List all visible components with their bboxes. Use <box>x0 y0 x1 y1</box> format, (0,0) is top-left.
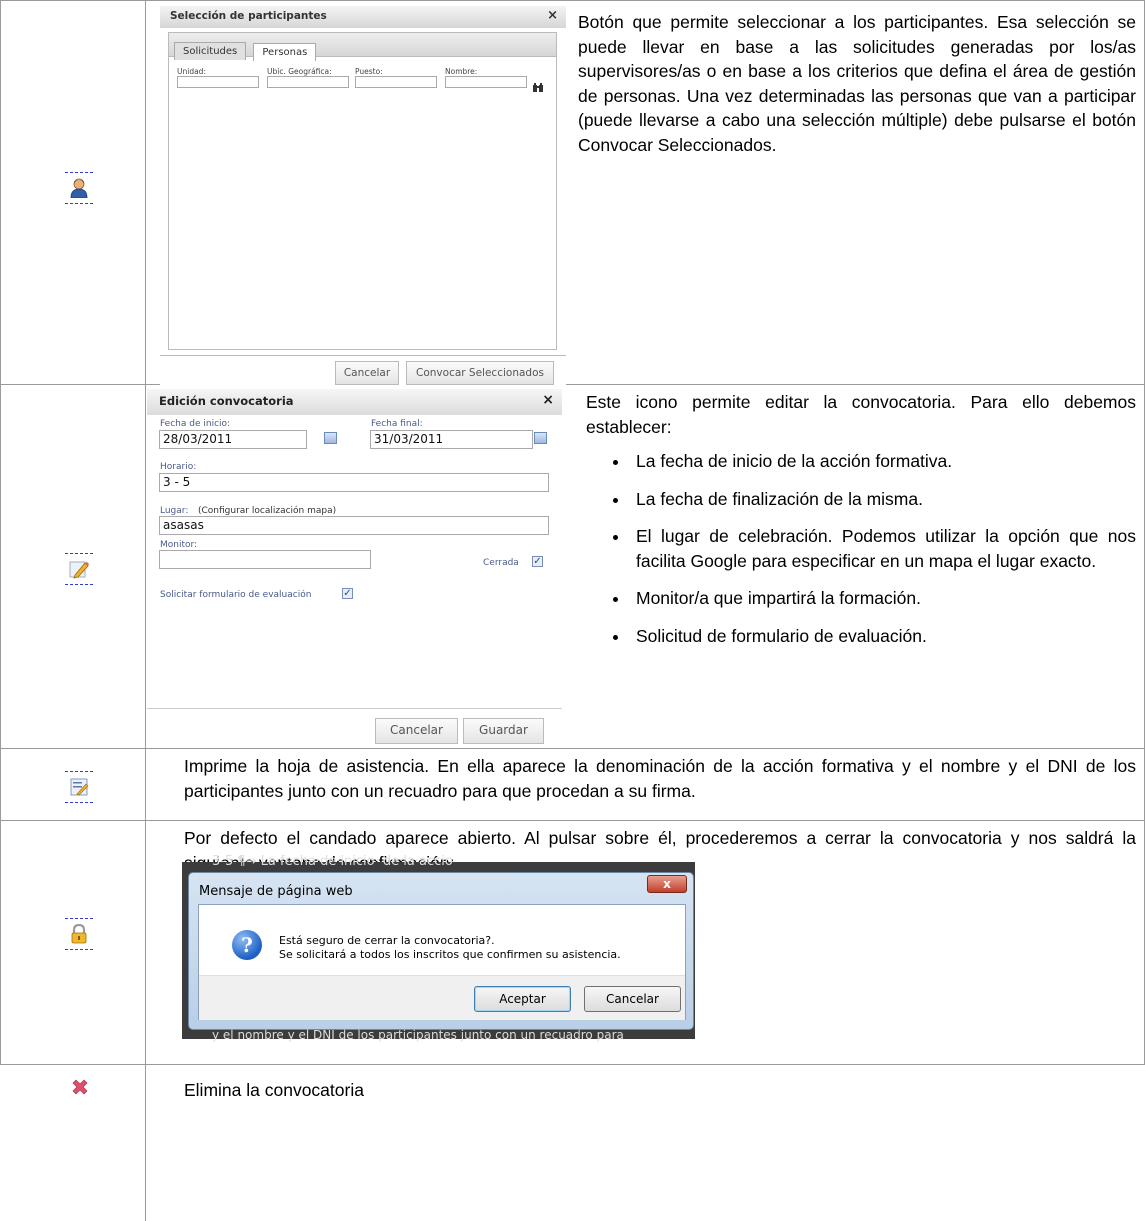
print-attendance-icon[interactable] <box>69 777 89 797</box>
evaluation-form-checkbox[interactable]: ✓ <box>342 588 353 599</box>
row-divider <box>0 748 1145 749</box>
background-text: 3-5 ¶→ La·fecha·de·inicio· de·la·accio <box>212 854 453 869</box>
dialog-footer-divider <box>147 708 562 709</box>
edit-bullet-list: La fecha de inicio de la acción formativ… <box>586 449 1136 648</box>
close-icon[interactable]: × <box>547 8 558 23</box>
confirm-line-2: Se solicitará a todos los inscritos que … <box>279 948 621 961</box>
save-button[interactable]: Guardar <box>463 718 544 744</box>
place-label: Lugar: <box>160 506 189 516</box>
unidad-input[interactable] <box>177 76 259 88</box>
participants-dialog: Selección de participantes × Solicitudes… <box>160 6 566 386</box>
row-description: Elimina la convocatoria <box>184 1080 364 1100</box>
cancel-button[interactable]: Cancelar <box>584 986 681 1012</box>
button-band: Aceptar Cancelar <box>199 975 685 1020</box>
tab-bar: Solicitudes Personas <box>169 33 556 61</box>
row-divider <box>0 1064 1145 1065</box>
ubicacion-input[interactable] <box>267 76 349 88</box>
cancel-button[interactable]: Cancelar <box>375 718 458 744</box>
start-date-input[interactable]: 28/03/2011 <box>159 430 307 449</box>
row-description: Este icono permite editar la convocatori… <box>586 390 1136 661</box>
tab-solicitudes[interactable]: Solicitudes <box>174 42 247 60</box>
icon-cell <box>64 172 94 204</box>
evaluation-form-label: Solicitar formulario de evaluación <box>160 590 312 600</box>
nombre-input[interactable] <box>445 76 527 88</box>
end-date-input[interactable]: 31/03/2011 <box>370 430 533 449</box>
list-item: Monitor/a que impartirá la formación. <box>630 586 1136 611</box>
calendar-icon[interactable] <box>534 432 547 444</box>
confirm-window: Mensaje de página web x ? Está seguro de… <box>188 872 694 1030</box>
confirm-message: Está seguro de cerrar la convocatoria?. … <box>279 934 621 962</box>
dialog-title: Selección de participantes <box>170 10 327 22</box>
field-label-unidad: Unidad: <box>177 67 206 76</box>
closed-checkbox[interactable]: ✓ <box>532 556 543 567</box>
row-description: Imprime la hoja de asistencia. En ella a… <box>184 756 1136 801</box>
end-date-label: Fecha final: <box>371 419 423 429</box>
dialog-title: Edición convocatoria <box>159 394 294 408</box>
edit-intro-text: Este icono permite editar la convocatori… <box>586 392 1136 437</box>
list-item: La fecha de inicio de la acción formativ… <box>630 449 1136 474</box>
field-label-nombre: Nombre: <box>445 67 478 76</box>
edit-dialog: Edición convocatoria × Fecha de inicio: … <box>147 389 562 747</box>
background-text: y el nombre y el DNI de los participante… <box>212 1028 624 1042</box>
place-input[interactable]: asasas <box>159 516 549 535</box>
dialog-title-bar: Edición convocatoria × <box>147 389 562 415</box>
calendar-icon[interactable] <box>324 432 337 444</box>
field-label-puesto: Puesto: <box>355 67 383 76</box>
row-divider-top <box>0 0 1145 1</box>
start-date-label: Fecha de inicio: <box>160 419 231 429</box>
delete-x-icon[interactable] <box>70 1078 90 1098</box>
schedule-label: Horario: <box>160 462 197 472</box>
icon-cell <box>64 918 94 950</box>
field-label-ubicacion: Ubic. Geográfica: <box>267 67 332 76</box>
column-divider <box>145 0 146 1221</box>
schedule-input[interactable]: 3 - 5 <box>159 473 549 492</box>
window-title: Mensaje de página web <box>199 884 353 899</box>
icon-cell <box>64 771 94 803</box>
map-location-link[interactable]: (Configurar localización mapa) <box>198 506 336 516</box>
convocar-seleccionados-button[interactable]: Convocar Seleccionados <box>406 361 554 385</box>
cancel-button[interactable]: Cancelar <box>335 361 399 385</box>
confirm-dialog-screenshot: 3-5 ¶→ La·fecha·de·inicio· de·la·accio M… <box>182 854 695 1042</box>
dialog-title-bar: Selección de participantes × <box>160 6 566 28</box>
monitor-input[interactable] <box>159 550 371 569</box>
list-item: Solicitud de formulario de evaluación. <box>630 624 1136 649</box>
participants-icon[interactable] <box>69 178 89 199</box>
tab-personas[interactable]: Personas <box>253 43 317 61</box>
confirm-body: ? Está seguro de cerrar la convocatoria?… <box>198 904 686 1020</box>
dialog-footer-divider <box>160 355 566 356</box>
binoculars-icon[interactable] <box>533 77 543 92</box>
confirm-line-1: Está seguro de cerrar la convocatoria?. <box>279 934 495 947</box>
edit-pencil-icon[interactable] <box>69 559 89 579</box>
close-icon[interactable]: x <box>647 875 687 893</box>
padlock-icon[interactable] <box>69 923 89 944</box>
table-border-left <box>0 0 1 1065</box>
accept-button[interactable]: Aceptar <box>474 986 571 1012</box>
row-description: Botón que permite seleccionar a los part… <box>578 12 1136 155</box>
question-icon: ? <box>232 930 262 960</box>
row-divider <box>0 820 1145 821</box>
close-icon[interactable]: × <box>542 392 554 408</box>
icon-cell <box>64 553 94 585</box>
monitor-label: Monitor: <box>160 540 198 550</box>
puesto-input[interactable] <box>355 76 437 88</box>
dialog-frame: Solicitudes Personas Unidad: Ubic. Geogr… <box>168 32 557 350</box>
closed-label: Cerrada <box>483 558 519 568</box>
list-item: La fecha de finalización de la misma. <box>630 487 1136 512</box>
list-item: El lugar de celebración. Podemos utiliza… <box>630 524 1136 573</box>
